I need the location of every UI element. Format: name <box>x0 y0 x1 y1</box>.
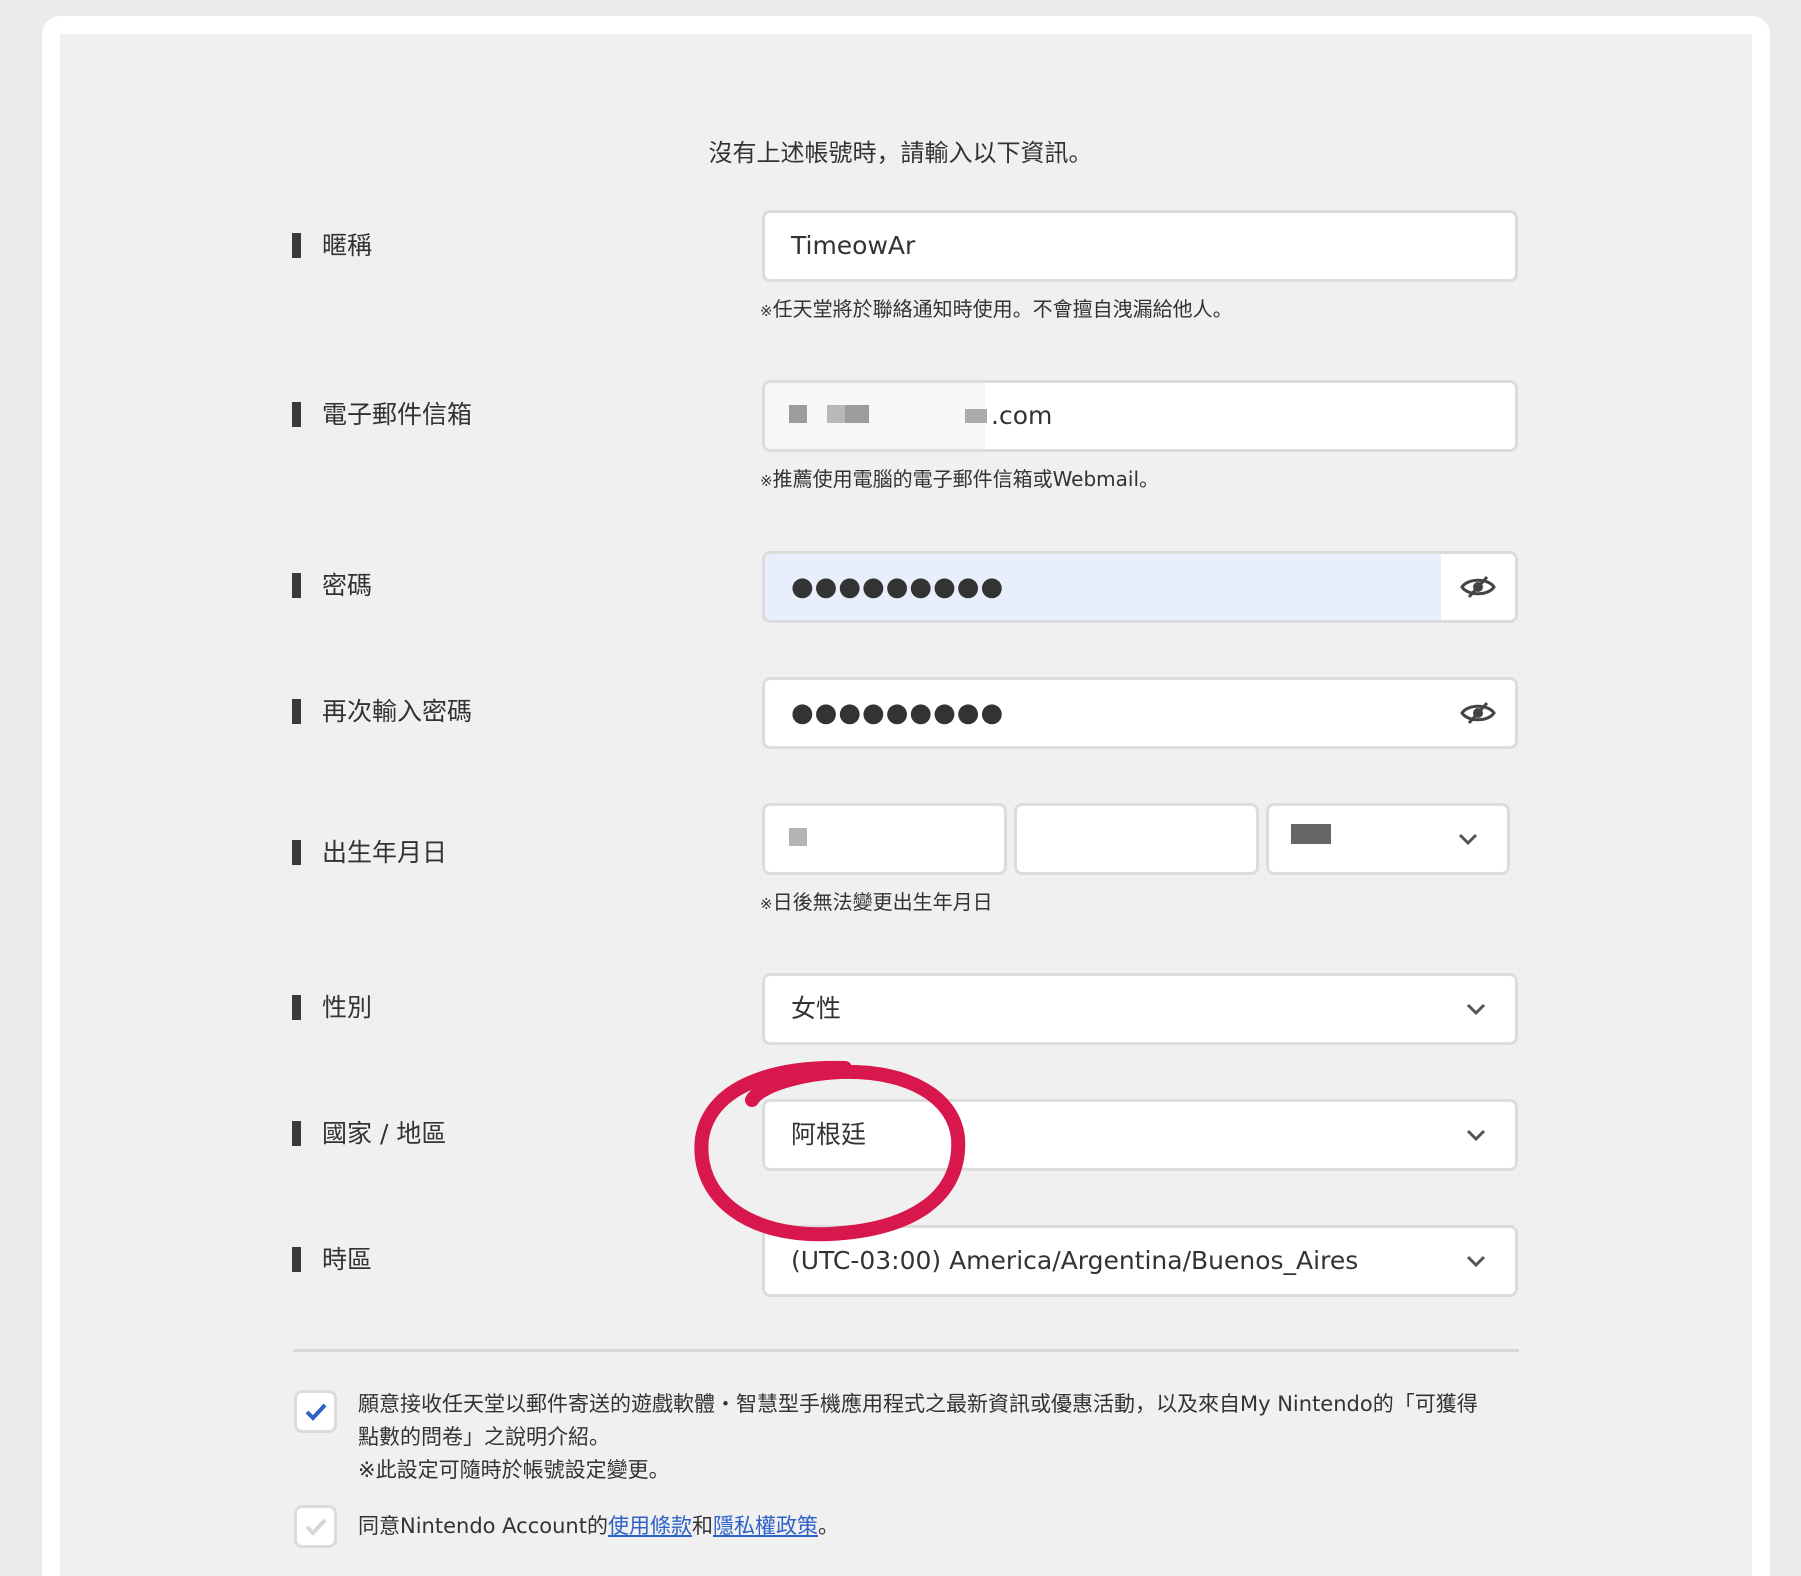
gender-label: 性別 <box>292 993 372 1023</box>
label-marker <box>292 402 301 427</box>
label-marker <box>292 573 301 598</box>
password-input[interactable]: ●●●●●●●●● <box>762 551 1518 623</box>
chevron-down-icon <box>1466 1255 1486 1268</box>
terms-of-use-link[interactable]: 使用條款 <box>608 1514 692 1538</box>
birthday-note: ※日後無法變更出生年月日 <box>760 890 993 914</box>
nickname-input[interactable]: TimeowAr <box>762 210 1518 282</box>
terms-checkbox[interactable] <box>294 1505 337 1548</box>
email-note: ※推薦使用電腦的電子郵件信箱或Webmail。 <box>760 467 1160 491</box>
password-label: 密碼 <box>292 571 372 601</box>
birth-year-select[interactable] <box>762 803 1007 875</box>
country-select[interactable]: 阿根廷 <box>762 1099 1518 1171</box>
country-label: 國家 / 地區 <box>292 1119 446 1149</box>
checkmark-icon <box>305 1518 326 1536</box>
toggle-password-confirm-visibility-button[interactable] <box>1441 680 1515 746</box>
label-marker <box>292 699 301 724</box>
newsletter-checkbox[interactable] <box>294 1390 337 1433</box>
birthday-label: 出生年月日 <box>292 838 447 868</box>
redaction-block <box>827 405 845 423</box>
timezone-select[interactable]: (UTC-03:00) America/Argentina/Buenos_Air… <box>762 1225 1518 1297</box>
label-marker <box>292 1121 301 1146</box>
password-confirm-input[interactable]: ●●●●●●●●● <box>762 677 1518 749</box>
redaction-block <box>965 409 987 423</box>
chevron-down-icon <box>1466 1129 1486 1142</box>
chevron-down-icon <box>1466 1003 1486 1016</box>
redaction-block <box>1291 824 1331 844</box>
gender-select[interactable]: 女性 <box>762 973 1518 1045</box>
checkmark-icon <box>305 1403 326 1421</box>
label-marker <box>292 840 301 865</box>
nickname-label: 暱稱 <box>292 231 372 261</box>
birth-month-select[interactable] <box>1014 803 1259 875</box>
privacy-policy-link[interactable]: 隱私權政策 <box>713 1514 818 1538</box>
terms-consent-text: 同意Nintendo Account的使用條款和隱私權政策。 <box>358 1514 839 1538</box>
eye-slash-icon <box>1460 575 1496 599</box>
label-marker <box>292 995 301 1020</box>
chevron-down-icon <box>1458 833 1478 846</box>
password-confirm-label: 再次輸入密碼 <box>292 697 472 727</box>
label-marker <box>292 1247 301 1272</box>
newsletter-consent-text: 願意接收任天堂以郵件寄送的遊戲軟體・智慧型手機應用程式之最新資訊或優惠活動，以及… <box>358 1392 1478 1482</box>
section-divider <box>293 1349 1519 1352</box>
eye-slash-icon <box>1460 701 1496 725</box>
timezone-label: 時區 <box>292 1245 372 1275</box>
intro-text: 沒有上述帳號時，請輸入以下資訊。 <box>708 139 1093 167</box>
email-input[interactable]: .com <box>762 380 1518 452</box>
email-label: 電子郵件信箱 <box>292 400 472 430</box>
redaction-block <box>789 405 807 423</box>
redaction-block <box>845 405 869 423</box>
redaction-block <box>789 828 807 846</box>
toggle-password-visibility-button[interactable] <box>1441 554 1515 620</box>
nickname-note: ※任天堂將於聯絡通知時使用。不會擅自洩漏給他人。 <box>760 297 1233 321</box>
label-marker <box>292 233 301 258</box>
birth-day-select[interactable] <box>1266 803 1510 875</box>
